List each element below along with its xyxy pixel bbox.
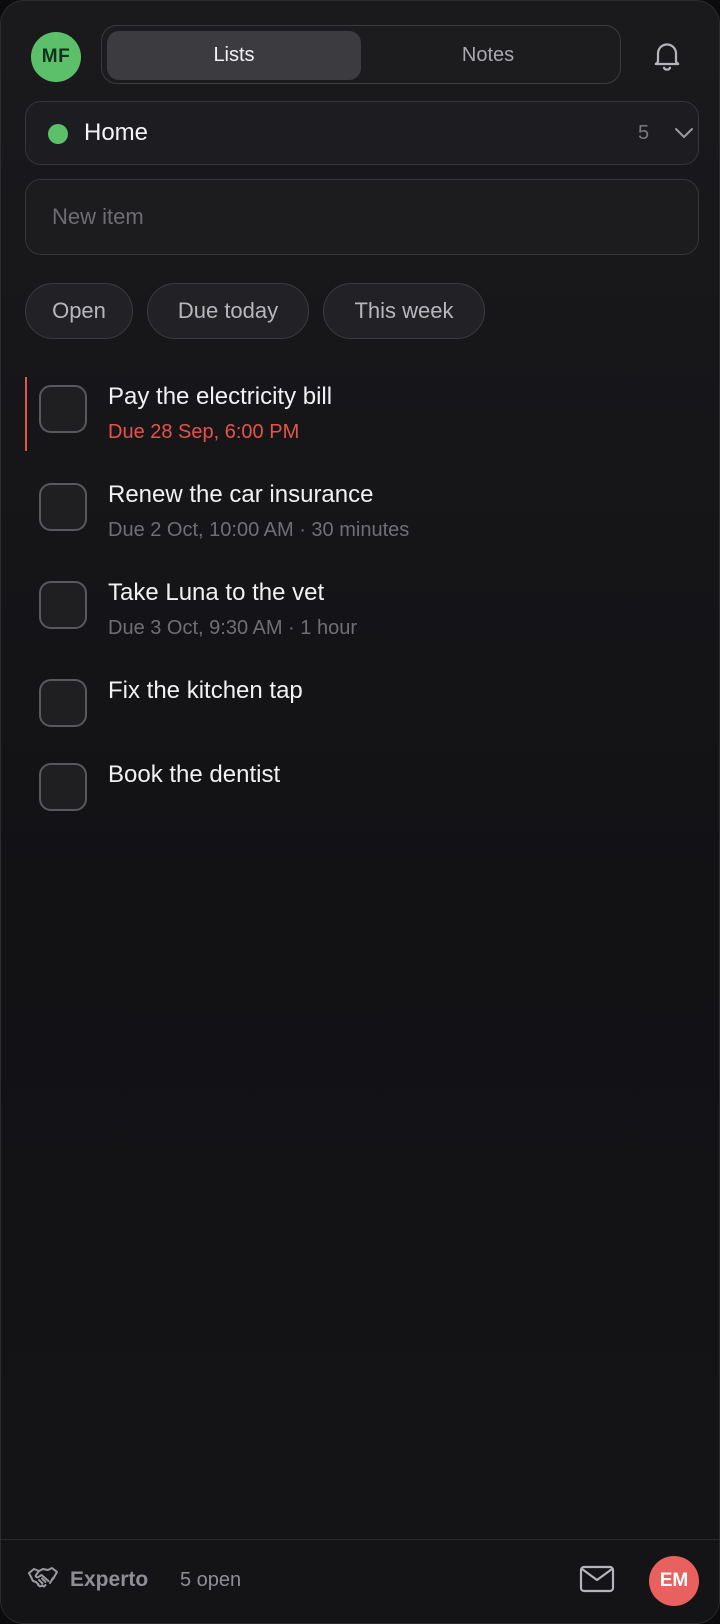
task-due: Due 28 Sep, 6:00 PM xyxy=(108,421,300,443)
bell-icon[interactable] xyxy=(649,37,685,73)
overdue-indicator xyxy=(25,377,27,451)
task-checkbox[interactable] xyxy=(39,581,87,629)
app-window: MF Lists Notes Home 5 Open Due today Thi… xyxy=(0,0,720,1624)
filter-this-week[interactable]: This week xyxy=(323,283,485,339)
task-title: Fix the kitchen tap xyxy=(108,677,303,704)
tab-notes[interactable]: Notes xyxy=(361,31,615,80)
chevron-down-icon xyxy=(675,128,693,138)
task-title: Take Luna to the vet xyxy=(108,579,325,606)
task-due: Due 2 Oct, 10:00 AM · 30 minutes xyxy=(108,519,410,541)
user-avatar-bottom[interactable]: EM xyxy=(649,1556,699,1606)
task-checkbox[interactable] xyxy=(39,385,87,433)
user-avatar[interactable]: MF xyxy=(31,32,81,82)
handshake-icon xyxy=(28,1567,58,1588)
filter-open[interactable]: Open xyxy=(25,283,133,339)
task-checkbox[interactable] xyxy=(39,483,87,531)
task-title: Book the dentist xyxy=(108,761,281,788)
tab-lists[interactable]: Lists xyxy=(107,31,361,80)
task-item: Fix the kitchen tap xyxy=(25,671,699,731)
list-color-dot xyxy=(48,124,68,144)
list-selector[interactable]: Home 5 xyxy=(25,101,699,165)
header: MF Lists Notes xyxy=(1,1,719,97)
filter-due-today[interactable]: Due today xyxy=(147,283,309,339)
task-item: Pay the electricity bill Due 28 Sep, 6:0… xyxy=(25,377,699,451)
task-due: Due 3 Oct, 9:30 AM · 1 hour xyxy=(108,617,358,639)
list-item-count: 5 xyxy=(638,122,650,144)
task-item: Take Luna to the vet Due 3 Oct, 9:30 AM … xyxy=(25,573,699,647)
task-title: Renew the car insurance xyxy=(108,481,374,508)
new-item-input[interactable] xyxy=(25,179,699,255)
mail-icon[interactable] xyxy=(579,1562,615,1596)
view-switcher: Lists Notes xyxy=(101,25,621,84)
open-count: 5 open xyxy=(180,1569,242,1591)
footer: Experto 5 open EM xyxy=(1,1539,719,1623)
task-title: Pay the electricity bill xyxy=(108,383,333,410)
task-checkbox[interactable] xyxy=(39,679,87,727)
list-name: Home xyxy=(84,119,149,146)
task-checkbox[interactable] xyxy=(39,763,87,811)
task-item: Renew the car insurance Due 2 Oct, 10:00… xyxy=(25,475,699,549)
task-item: Book the dentist xyxy=(25,755,699,815)
brand-name: Experto xyxy=(70,1568,149,1591)
